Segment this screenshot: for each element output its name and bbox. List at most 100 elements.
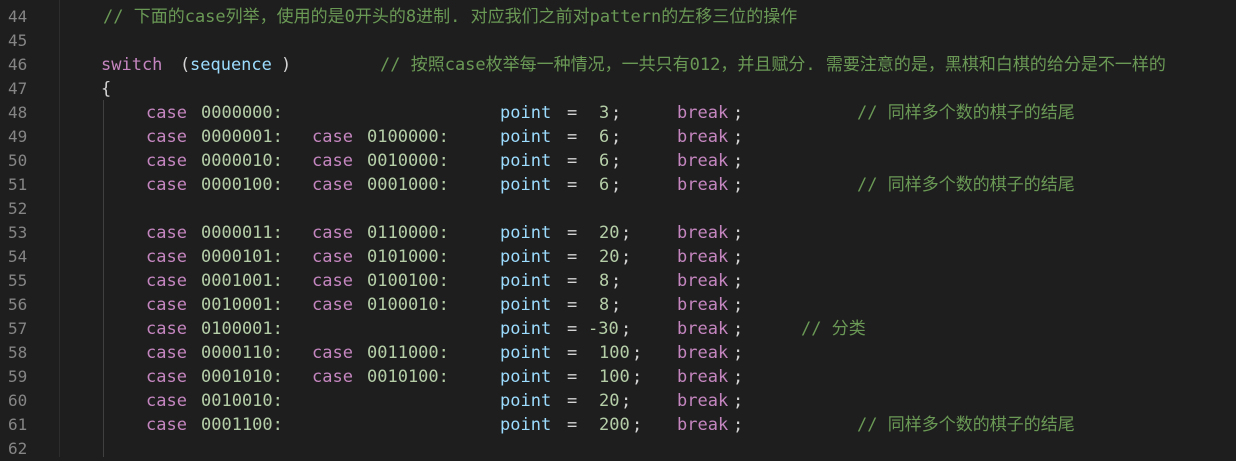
punctuation-token: ;	[733, 151, 744, 171]
keyword-token: case	[312, 175, 353, 195]
code-line[interactable]: 45	[0, 29, 1236, 53]
number-token: 6	[599, 151, 610, 171]
keyword-token: case	[146, 247, 187, 267]
keyword-token: case	[146, 127, 187, 147]
identifier-token: point	[500, 271, 552, 291]
code-line[interactable]: 53 case 0000011: case 0110000: point = 20; break…	[0, 221, 1236, 245]
code-line[interactable]: 58 case 0000110: case 0011000: point = 100; brea…	[0, 341, 1236, 365]
code-line[interactable]: 62	[0, 437, 1236, 461]
identifier-token: point	[500, 103, 552, 123]
code-line[interactable]: 47 {	[0, 77, 1236, 101]
punctuation-token: (	[180, 55, 191, 75]
code-line[interactable]: 56 case 0010001: case 0100010: point = 8; break;	[0, 293, 1236, 317]
punctuation-token: {	[101, 79, 112, 99]
code-line[interactable]: 52	[0, 197, 1236, 221]
code-line[interactable]: 48 case 0000000: point = 3; break;// 同样多个数的棋子的…	[0, 101, 1236, 125]
identifier-token: sequence	[190, 55, 272, 75]
number-token: 0110000:	[367, 223, 449, 243]
punctuation-token: ;	[621, 247, 632, 267]
line-number: 61	[8, 415, 28, 434]
keyword-token: case	[312, 127, 353, 147]
keyword-token: break	[677, 247, 729, 267]
line-number: 57	[8, 319, 28, 338]
number-token: 20	[599, 247, 620, 267]
code-line[interactable]: 54 case 0000101: case 0101000: point = 20; break…	[0, 245, 1236, 269]
punctuation-token: ;	[611, 271, 622, 291]
keyword-token: break	[677, 415, 729, 435]
number-token: -30	[588, 319, 619, 339]
punctuation-token: ;	[733, 271, 744, 291]
number-token: 6	[599, 175, 610, 195]
keyword-token: case	[312, 151, 353, 171]
line-number: 62	[8, 439, 28, 458]
code-editor[interactable]: 44 // 下面的case列举，使用的是0开头的8进制. 对应我们之前对patte…	[0, 0, 1236, 458]
identifier-token: point	[500, 175, 552, 195]
operator-token: =	[567, 319, 578, 339]
number-token: 0010010:	[201, 391, 283, 411]
line-number: 58	[8, 343, 28, 362]
number-token: 100	[599, 367, 630, 387]
number-token: 0000101:	[201, 247, 283, 267]
punctuation-token: )	[281, 55, 292, 75]
code-line[interactable]: 50 case 0000010: case 0010000: point = 6; break;	[0, 149, 1236, 173]
identifier-token: point	[500, 415, 552, 435]
punctuation-token: ;	[733, 223, 744, 243]
number-token: 0010100:	[367, 367, 449, 387]
number-token: 0100100:	[367, 271, 449, 291]
code-line[interactable]: 57 case 0100001: point = -30; break;// 分类	[0, 317, 1236, 341]
number-token: 0000011:	[201, 223, 283, 243]
operator-token: =	[567, 271, 578, 291]
keyword-token: case	[312, 343, 353, 363]
code-line[interactable]: 51 case 0000100: case 0001000: point = 6; break;…	[0, 173, 1236, 197]
code-line[interactable]: 55 case 0001001: case 0100100: point = 8; break;	[0, 269, 1236, 293]
comment-token: // 同样多个数的棋子的结尾	[857, 103, 1075, 123]
line-number: 45	[8, 31, 28, 50]
punctuation-token: ;	[632, 415, 643, 435]
code-line[interactable]: 46 switch (sequence) // 按照case枚举每一种情况，一共只有0…	[0, 53, 1236, 77]
identifier-token: point	[500, 247, 552, 267]
code-line[interactable]: 59 case 0001010: case 0010100: point = 100; brea…	[0, 365, 1236, 389]
line-number: 52	[8, 199, 28, 218]
keyword-token: case	[146, 295, 187, 315]
keyword-token: break	[677, 127, 729, 147]
comment-token: // 下面的case列举，使用的是0开头的8进制. 对应我们之前对pattern…	[103, 7, 798, 27]
operator-token: =	[567, 367, 578, 387]
code-line[interactable]: 61 case 0001100: point = 200; break;// 同样多个数的棋…	[0, 413, 1236, 437]
identifier-token: point	[500, 343, 552, 363]
operator-token: =	[567, 151, 578, 171]
identifier-token: point	[500, 295, 552, 315]
identifier-token: point	[500, 127, 552, 147]
punctuation-token: ;	[733, 247, 744, 267]
code-line[interactable]: 49 case 0000001: case 0100000: point = 6; break;	[0, 125, 1236, 149]
number-token: 0000110:	[201, 343, 283, 363]
punctuation-token: ;	[733, 343, 744, 363]
operator-token: =	[567, 127, 578, 147]
operator-token: =	[567, 391, 578, 411]
punctuation-token: ;	[733, 367, 744, 387]
line-number: 50	[8, 151, 28, 170]
comment-token: // 同样多个数的棋子的结尾	[857, 415, 1075, 435]
line-number: 44	[8, 7, 28, 26]
keyword-token: case	[312, 271, 353, 291]
keyword-token: case	[146, 151, 187, 171]
number-token: 3	[599, 103, 610, 123]
keyword-token: case	[146, 319, 187, 339]
keyword-token: case	[146, 103, 187, 123]
keyword-token: case	[312, 295, 353, 315]
number-token: 6	[599, 127, 610, 147]
identifier-token: point	[500, 391, 552, 411]
keyword-token: case	[312, 223, 353, 243]
comment-token: // 分类	[801, 319, 866, 339]
code-line[interactable]: 44 // 下面的case列举，使用的是0开头的8进制. 对应我们之前对patte…	[0, 5, 1236, 29]
operator-token: =	[567, 103, 578, 123]
punctuation-token: ;	[733, 103, 744, 123]
line-number: 53	[8, 223, 28, 242]
line-number: 59	[8, 367, 28, 386]
comment-token: // 按照case枚举每一种情况，一共只有012，并且赋分. 需要注意的是，黑棋…	[380, 55, 1166, 75]
keyword-token: case	[146, 271, 187, 291]
punctuation-token: ;	[733, 391, 744, 411]
number-token: 0001100:	[201, 415, 283, 435]
punctuation-token: ;	[733, 415, 744, 435]
code-line[interactable]: 60 case 0010010: point = 20; break;	[0, 389, 1236, 413]
punctuation-token: ;	[733, 175, 744, 195]
